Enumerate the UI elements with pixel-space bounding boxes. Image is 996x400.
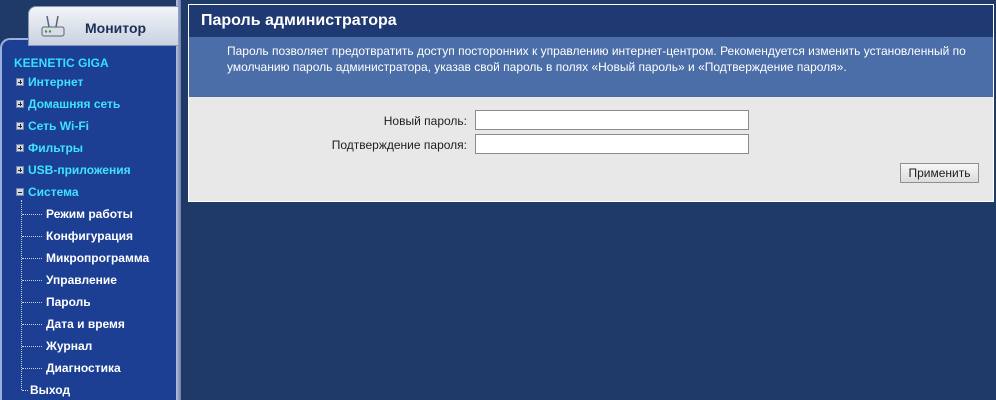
confirm-password-row: Подтверждение пароля: [189,134,993,156]
sidebar-item-label: Сеть Wi-Fi [28,119,89,133]
sidebar-item-wifi[interactable]: Сеть Wi-Fi [16,116,89,136]
password-panel: Пароль администратора Пароль позволяет п… [188,4,994,202]
router-admin-page: Монитор KEENETIC GIGA Интернет Домашняя … [0,0,996,400]
apply-button[interactable]: Применить [900,163,979,183]
sidebar-subitem-log[interactable]: Журнал [46,336,92,356]
sidebar-item-filters[interactable]: Фильтры [16,138,83,158]
sidebar-item-label: Система [28,185,79,199]
sidebar: Монитор KEENETIC GIGA Интернет Домашняя … [0,0,181,400]
sidebar-item-label: Интернет [28,75,84,89]
tree-branch [22,346,42,348]
expand-icon[interactable] [16,78,24,86]
sidebar-item-system[interactable]: Система [16,182,79,202]
confirm-password-label: Подтверждение пароля: [331,138,467,152]
collapse-icon[interactable] [16,188,24,196]
new-password-label: Новый пароль: [383,114,467,128]
monitor-tab-label: Монитор [85,20,147,36]
tree-branch [22,236,42,238]
tree-branch [22,214,42,216]
sidebar-item-internet[interactable]: Интернет [16,72,83,92]
sidebar-item-label: USB-приложения [28,163,131,177]
sidebar-subitem-password[interactable]: Пароль [46,292,91,312]
sidebar-subitem-diagnostics[interactable]: Диагностика [46,358,121,378]
nav-edge [176,0,181,400]
sidebar-subitem-management[interactable]: Управление [46,270,117,290]
tree-line [21,200,23,390]
tree-branch [22,324,42,326]
tree-branch [22,258,42,260]
confirm-password-input[interactable] [475,134,749,154]
tree-branch [22,390,28,392]
tree-branch [22,280,42,282]
sidebar-item-usb-apps[interactable]: USB-приложения [16,160,131,180]
new-password-input[interactable] [475,110,749,130]
sidebar-subitem-date-time[interactable]: Дата и время [46,314,125,334]
expand-icon[interactable] [16,122,24,130]
sidebar-item-home-network[interactable]: Домашняя сеть [16,94,120,114]
sidebar-subitem-configuration[interactable]: Конфигурация [46,226,133,246]
tree-branch [22,368,42,370]
sidebar-item-exit[interactable]: Выход [30,380,70,400]
page-title: Пароль администратора [201,12,397,29]
device-model: KEENETIC GIGA [14,56,109,70]
sidebar-subitem-firmware[interactable]: Микропрограмма [46,248,149,268]
router-icon [39,13,67,41]
new-password-row: Новый пароль: [189,110,993,132]
tree-branch [22,302,42,304]
expand-icon[interactable] [16,100,24,108]
expand-icon[interactable] [16,144,24,152]
sidebar-subitem-mode[interactable]: Режим работы [46,204,133,224]
expand-icon[interactable] [16,166,24,174]
monitor-tab[interactable]: Монитор [28,6,178,46]
sidebar-item-label: Домашняя сеть [28,97,121,111]
sidebar-item-label: Фильтры [28,141,84,155]
panel-header: Пароль администратора [189,5,993,37]
panel-description: Пароль позволяет предотвратить доступ по… [189,37,993,97]
